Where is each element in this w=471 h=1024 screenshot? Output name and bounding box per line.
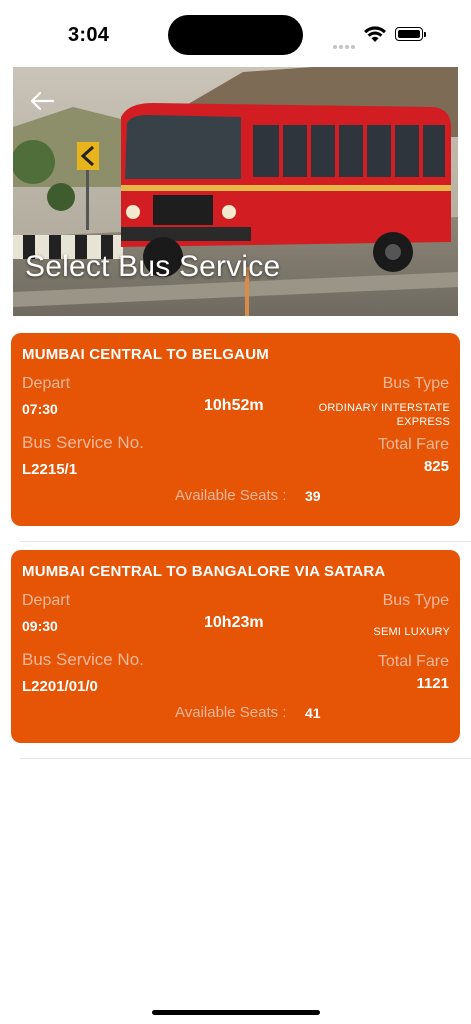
status-bar: 3:04 — [0, 0, 471, 66]
service-no-value: L2215/1 — [22, 461, 78, 478]
route-name: MUMBAI CENTRAL TO BANGALORE VIA SATARA — [22, 563, 386, 580]
page-title: Select Bus Service — [25, 250, 281, 283]
service-no-label: Bus Service No. — [22, 433, 144, 452]
bus-type-line-1: ORDINARY INTERSTATE — [318, 402, 450, 414]
available-seats-value: 39 — [305, 488, 321, 504]
available-seats-label: Available Seats : — [175, 487, 287, 504]
battery-icon — [395, 27, 426, 41]
wifi-icon — [364, 26, 386, 42]
divider — [20, 541, 471, 542]
available-seats-label: Available Seats : — [175, 704, 287, 721]
bus-service-card[interactable]: MUMBAI CENTRAL TO BANGALORE VIA SATARA D… — [11, 550, 460, 743]
journey-duration: 10h52m — [204, 397, 264, 414]
total-fare-label: Total Fare — [377, 436, 449, 453]
total-fare-label: Total Fare — [377, 653, 449, 670]
bus-service-card[interactable]: MUMBAI CENTRAL TO BELGAUM Depart 07:30 1… — [11, 333, 460, 526]
bus-type-value: SEMI LUXURY — [373, 625, 450, 639]
total-fare-value: 1121 — [416, 675, 449, 692]
bus-type-label: Bus Type — [382, 375, 449, 392]
bus-type-line-1: SEMI LUXURY — [373, 626, 450, 638]
header-banner: Select Bus Service — [13, 67, 458, 316]
cellular-signal-icon — [333, 36, 357, 54]
service-no-label: Bus Service No. — [22, 650, 144, 669]
journey-duration: 10h23m — [204, 614, 264, 631]
divider — [20, 758, 471, 759]
bus-type-value: ORDINARY INTERSTATE EXPRESS — [319, 401, 450, 429]
depart-label: Depart — [22, 592, 71, 609]
total-fare-value: 825 — [423, 458, 449, 475]
dynamic-island — [168, 15, 303, 55]
service-no-value: L2201/01/0 — [22, 678, 98, 695]
bus-type-line-2: EXPRESS — [396, 416, 450, 428]
home-indicator[interactable] — [152, 1010, 320, 1015]
available-seats-value: 41 — [305, 705, 321, 721]
depart-time: 07:30 — [22, 401, 58, 417]
bus-type-label: Bus Type — [382, 592, 449, 609]
depart-time: 09:30 — [22, 618, 58, 634]
route-name: MUMBAI CENTRAL TO BELGAUM — [22, 346, 269, 363]
depart-label: Depart — [22, 375, 71, 392]
status-time: 3:04 — [68, 24, 110, 46]
back-arrow-icon[interactable] — [29, 89, 55, 113]
